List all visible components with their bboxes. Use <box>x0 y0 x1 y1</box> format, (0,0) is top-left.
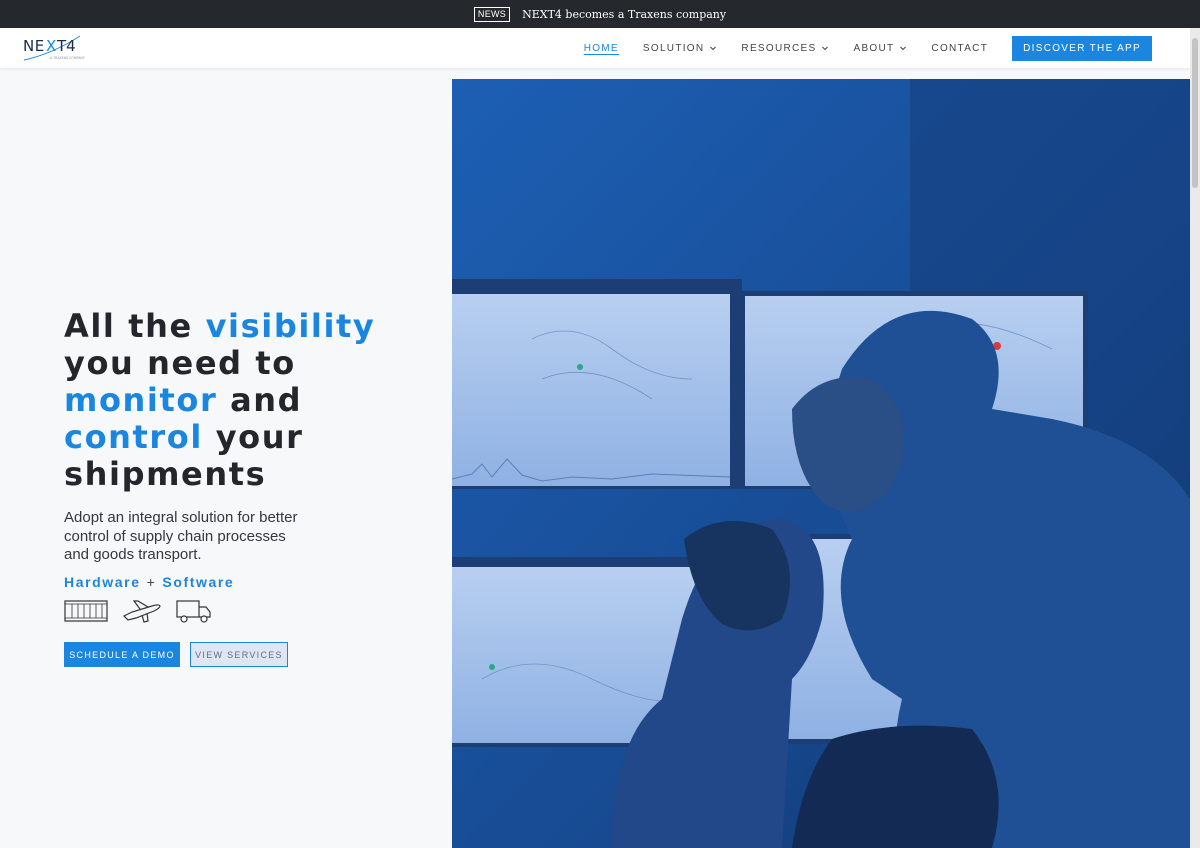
nav-about[interactable]: ABOUT <box>853 43 907 54</box>
headline-highlight: monitor <box>64 381 218 419</box>
truck-icon <box>176 600 211 623</box>
next4-logo[interactable]: NE X T4 A TRAXENS COMPANY <box>22 32 88 62</box>
nav-solution[interactable]: SOLUTION <box>643 43 718 54</box>
discover-app-button[interactable]: DISCOVER THE APP <box>1012 35 1152 61</box>
headline-word: All the <box>64 307 193 345</box>
hero-headline: All the visibility you need to monitor a… <box>64 308 424 493</box>
headline-word: and <box>230 381 303 419</box>
news-text[interactable]: NEXT4 becomes a Traxens company <box>522 8 726 21</box>
nav-about-label: ABOUT <box>853 42 895 54</box>
transport-icons <box>64 598 212 628</box>
chevron-down-icon <box>900 46 907 51</box>
nav-resources[interactable]: RESOURCES <box>741 43 829 54</box>
headline-highlight: control <box>64 418 203 456</box>
news-badge: NEWS <box>473 6 511 22</box>
headline-word: you need to <box>64 344 296 382</box>
svg-text:NE: NE <box>23 37 45 55</box>
nav-contact[interactable]: CONTACT <box>931 43 988 54</box>
airplane-icon <box>122 600 161 623</box>
view-services-button[interactable]: VIEW SERVICES <box>190 642 288 667</box>
news-bar[interactable]: NEWS NEXT4 becomes a Traxens company <box>0 0 1200 28</box>
nav-resources-label: RESOURCES <box>741 42 817 54</box>
headline-highlight: visibility <box>205 307 376 345</box>
plus-sign: + <box>146 574 157 590</box>
chevron-down-icon <box>822 46 829 51</box>
chevron-down-icon <box>710 46 717 51</box>
svg-text:T4: T4 <box>56 37 76 55</box>
page-scrollbar[interactable] <box>1190 28 1200 848</box>
svg-text:A TRAXENS COMPANY: A TRAXENS COMPANY <box>50 56 85 60</box>
nav-home-label: HOME <box>583 42 619 54</box>
main-nav: HOME SOLUTION RESOURCES ABOUT CONTACT DI… <box>560 28 1152 68</box>
nav-home[interactable]: HOME <box>584 43 619 54</box>
headline-word: shipments <box>64 455 267 493</box>
hero-image <box>452 79 1190 848</box>
scrollbar-thumb[interactable] <box>1192 38 1198 188</box>
hardware-software-tagline: Hardware + Software <box>64 574 234 590</box>
schedule-demo-button[interactable]: SCHEDULE A DEMO <box>64 642 180 667</box>
software-label: Software <box>162 574 235 590</box>
site-header: NE X T4 A TRAXENS COMPANY HOME SOLUTION … <box>0 28 1190 68</box>
nav-solution-label: SOLUTION <box>642 42 705 54</box>
nav-contact-label: CONTACT <box>931 42 989 54</box>
hero-subtitle: Adopt an integral solution for better co… <box>64 509 298 563</box>
svg-text:X: X <box>46 37 56 55</box>
hardware-label: Hardware <box>64 574 141 590</box>
container-icon <box>64 600 108 622</box>
headline-word: your <box>215 418 304 456</box>
